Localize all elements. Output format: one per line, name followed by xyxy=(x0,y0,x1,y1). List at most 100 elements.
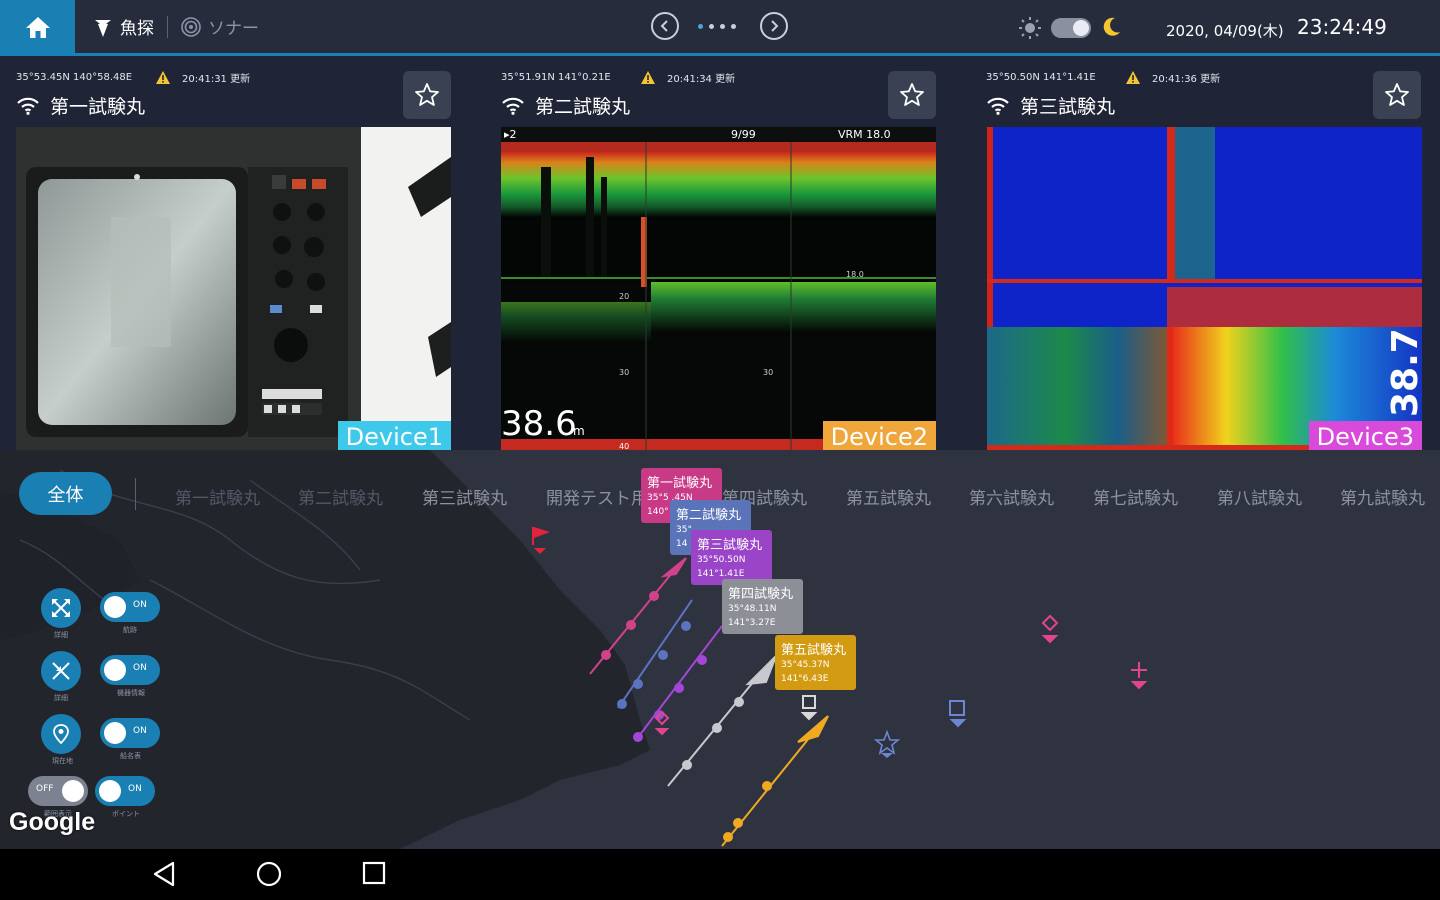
collapse-icon xyxy=(52,662,70,680)
device-info-toggle[interactable]: ON xyxy=(100,655,160,685)
device-updated: 20:41:31 更新 xyxy=(182,74,251,85)
favorite-button[interactable] xyxy=(1373,71,1421,119)
switch-state: ON xyxy=(133,663,147,673)
current-location-button[interactable] xyxy=(41,714,81,754)
expand-icon xyxy=(52,599,70,617)
small-square-marker xyxy=(800,695,818,721)
camera-feed: Device1 xyxy=(16,127,451,453)
popup-lat: 35°45.37N xyxy=(781,660,830,670)
fish-finder-icon xyxy=(95,19,111,37)
wifi-icon xyxy=(987,97,1009,115)
favorite-button[interactable] xyxy=(403,71,451,119)
fish-finder-photo xyxy=(16,127,451,453)
popup-ship-name: 第二試験丸 xyxy=(676,508,742,523)
popup-lon: 141°3.27E xyxy=(728,618,776,628)
echogram-vrm-mark: 18.0 xyxy=(846,270,864,279)
device-tag: Device2 xyxy=(822,421,936,453)
star-marker xyxy=(873,729,901,758)
tab-fish-finder[interactable]: 魚探 xyxy=(92,14,154,39)
popup-lon: 141°6.43E xyxy=(781,674,829,684)
date-display: 2020, 04/09(木) xyxy=(1166,22,1284,40)
track-toggle[interactable]: ON xyxy=(100,592,160,622)
prev-page-button[interactable] xyxy=(651,12,679,40)
next-page-button[interactable] xyxy=(760,12,788,40)
range-display-toggle[interactable]: OFF xyxy=(28,776,88,806)
back-button[interactable] xyxy=(152,861,176,891)
device-tag: Device3 xyxy=(1308,421,1422,453)
star-icon xyxy=(1385,83,1409,106)
track-ship-5 xyxy=(721,715,829,847)
moon-icon xyxy=(1103,17,1120,36)
echogram-image: ▸2 9/99 VRM 18.0 18.0 20 30 30 40 38.6 m xyxy=(501,127,936,453)
device-coords: 35°51.91N 141°0.21E xyxy=(501,72,611,83)
warning-icon xyxy=(641,71,655,84)
control-caption: 詳細 xyxy=(54,694,68,702)
warning-icon xyxy=(1126,71,1140,84)
circle-home-icon xyxy=(256,861,282,887)
device-name: 第二試験丸 xyxy=(535,96,631,118)
ship-popup-5[interactable]: 第五試験丸 35°45.37N 141°6.43E xyxy=(775,635,856,690)
device-updated: 20:41:34 更新 xyxy=(667,74,736,85)
echogram-range: ▸2 xyxy=(504,128,517,141)
echogram-scale-30b: 30 xyxy=(763,368,773,377)
ship-popup-3[interactable]: 第三試験丸 35°50.50N 141°1.41E xyxy=(691,530,772,585)
google-attribution: Google xyxy=(9,808,96,836)
tab-sonar-label: ソナー xyxy=(208,19,259,39)
home-button[interactable] xyxy=(0,0,75,53)
expand-detail-button[interactable] xyxy=(41,588,81,628)
point-toggle[interactable]: ON xyxy=(95,776,155,806)
cross-marker xyxy=(1130,662,1148,690)
popup-ship-name: 第五試験丸 xyxy=(781,643,847,658)
device-card-3[interactable]: 35°50.50N 141°1.41E 20:41:36 更新 第三試験丸 38… xyxy=(970,53,1440,453)
device-meta: 35°50.50N 141°1.41E 20:41:36 更新 xyxy=(986,70,1366,85)
echogram-page: 9/99 xyxy=(731,128,756,141)
location-pin-icon xyxy=(53,724,69,744)
tab-sonar[interactable]: ソナー xyxy=(180,14,259,39)
wifi-icon xyxy=(502,97,524,115)
popup-ship-name: 第三試験丸 xyxy=(697,538,763,553)
switch-caption: 航跡 xyxy=(123,626,137,634)
depth-unit: m xyxy=(573,424,585,438)
device-meta: 35°53.45N 140°58.48E 20:41:31 更新 xyxy=(16,70,396,85)
ship-name-toggle[interactable]: ON xyxy=(100,718,160,748)
switch-state: ON xyxy=(133,726,147,736)
recents-button[interactable] xyxy=(362,861,386,889)
device-card-2[interactable]: 35°51.91N 141°0.21E 20:41:34 更新 第二試験丸 ▸2… xyxy=(485,53,970,453)
echogram-scale-30: 30 xyxy=(619,368,629,377)
page-indicator xyxy=(698,24,736,29)
page-dot xyxy=(709,24,714,29)
device-title: 第三試験丸 xyxy=(986,92,1115,119)
switch-state: ON xyxy=(128,784,142,794)
popup-lat: 35°50.50N xyxy=(697,555,746,565)
map-view[interactable]: 全体 第一試験丸 第二試験丸 第三試験丸 開発テスト用 第四試験丸 第五試験丸 … xyxy=(0,450,1440,849)
theme-toggle[interactable] xyxy=(1051,18,1091,38)
diamond-marker xyxy=(1041,614,1059,644)
device-meta: 35°51.91N 141°0.21E 20:41:34 更新 xyxy=(501,70,881,85)
sun-icon xyxy=(1019,17,1041,39)
page-dot-active xyxy=(698,24,703,29)
square-marker xyxy=(949,700,967,728)
tab-fish-finder-label: 魚探 xyxy=(120,19,154,39)
tab-divider xyxy=(167,16,168,38)
collapse-detail-button[interactable] xyxy=(41,651,81,691)
sonar-screen: 38.7 Device3 xyxy=(987,127,1422,453)
home-system-button[interactable] xyxy=(256,861,282,891)
echogram-screen: ▸2 9/99 VRM 18.0 18.0 20 30 30 40 38.6 m… xyxy=(501,127,936,453)
wifi-icon xyxy=(17,97,39,115)
page-dot xyxy=(731,24,736,29)
ship-popup-4[interactable]: 第四試験丸 35°48.11N 141°3.27E xyxy=(722,579,803,634)
switch-caption: 機器情報 xyxy=(117,689,145,697)
favorite-button[interactable] xyxy=(888,71,936,119)
echogram-vrm: VRM 18.0 xyxy=(838,128,891,141)
app-root: 魚探 ソナー 2020, 04/09(木) 23:24:49 35°53.45N… xyxy=(0,0,1440,900)
star-icon xyxy=(415,83,439,106)
popup-ship-name: 第四試験丸 xyxy=(728,587,794,602)
switch-caption: ポイント xyxy=(112,810,140,818)
device-card-1[interactable]: 35°53.45N 140°58.48E 20:41:31 更新 第一試験丸 D… xyxy=(0,53,485,453)
back-icon xyxy=(153,861,175,887)
device-name: 第一試験丸 xyxy=(50,96,146,118)
device-updated: 20:41:36 更新 xyxy=(1152,74,1221,85)
page-dot xyxy=(720,24,725,29)
device-title: 第一試験丸 xyxy=(16,92,145,119)
switch-caption: 船名表 xyxy=(120,752,141,760)
